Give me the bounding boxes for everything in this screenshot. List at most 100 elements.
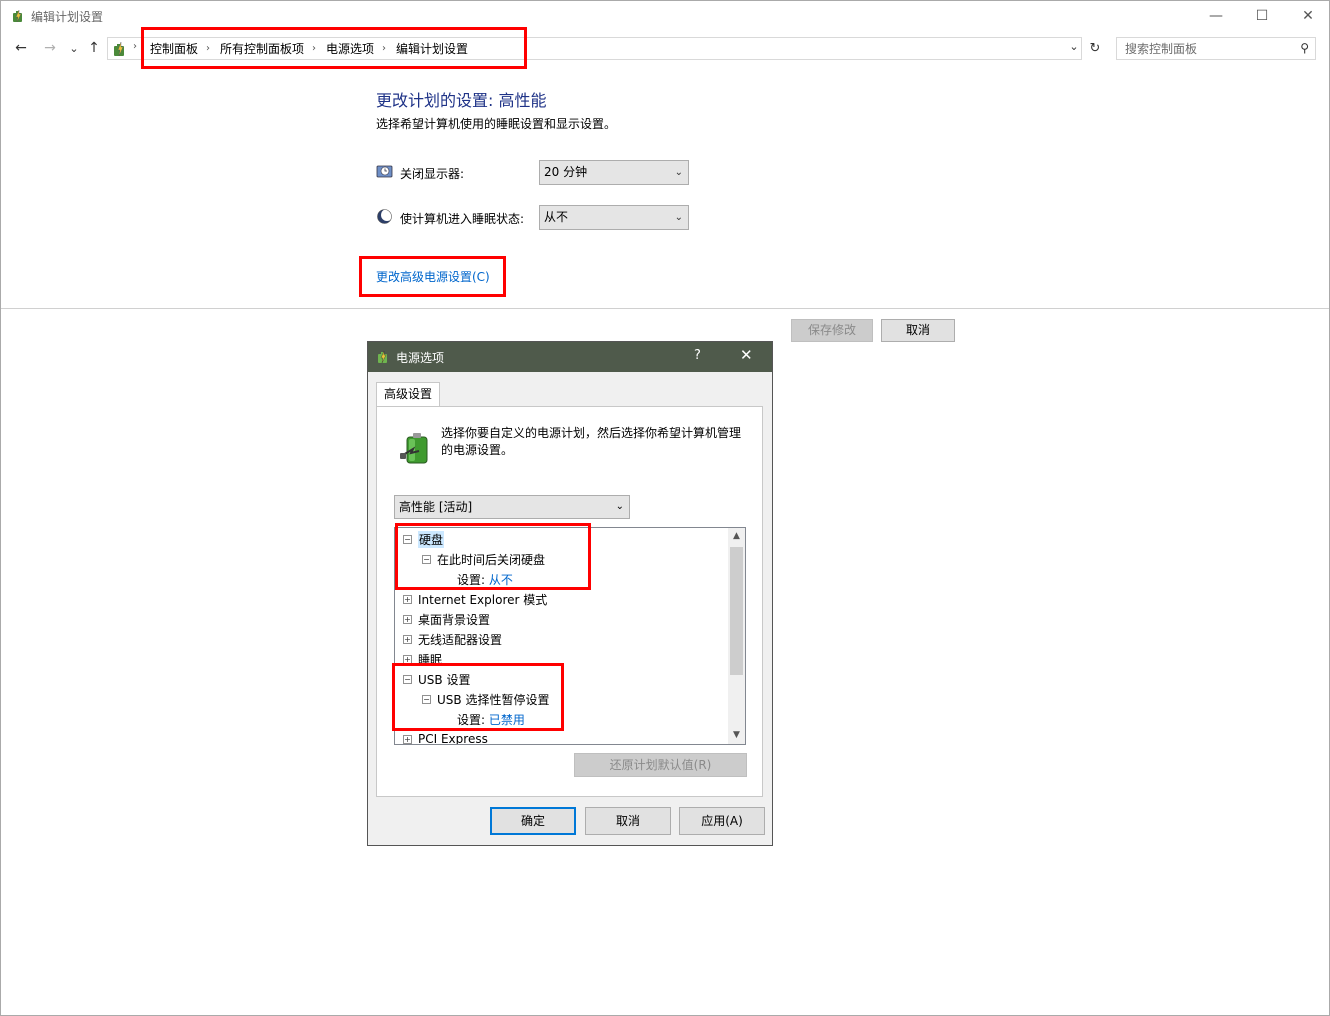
tree-label: Internet Explorer 模式 [418,592,548,607]
edit-plan-settings-window: 编辑计划设置 — ☐ ✕ ← → ⌄ ↑ › 控制面板 › 所有控制面板项 › … [0,0,1330,1016]
collapse-icon[interactable]: − [422,554,431,564]
scroll-down-icon[interactable]: ▼ [728,727,745,744]
breadcrumb-all-items[interactable]: 所有控制面板项 [220,40,304,57]
collapse-icon[interactable]: − [403,534,412,544]
tree-item-ie-mode[interactable]: + Internet Explorer 模式 [403,589,547,609]
expand-icon[interactable]: + [403,634,412,644]
tree-item-usb-suspend[interactable]: − USB 选择性暂停设置 [422,689,549,709]
settings-tree: − 硬盘 − 在此时间后关闭硬盘 设置: 从不 + Internet Explo… [394,527,746,745]
up-button[interactable]: ↑ [83,37,105,59]
tree-label: PCI Express [418,732,488,745]
maximize-icon: ☐ [1255,8,1269,24]
power-options-dialog: 电源选项 ? ✕ 高级设置 选择你要自定义的电源计划，然后选择你希望计算机管理的… [367,341,773,846]
sleep-label: 使计算机进入睡眠状态: [400,212,525,226]
breadcrumb-edit-plan[interactable]: 编辑计划设置 [396,40,468,57]
chevron-down-icon: ⌄ [615,501,624,512]
expand-icon[interactable]: + [403,654,412,664]
restore-defaults-button[interactable]: 还原计划默认值(R) [574,753,747,777]
dialog-title: 电源选项 [396,351,445,365]
ok-button[interactable]: 确定 [490,807,576,835]
power-options-icon [13,9,22,23]
breadcrumb: 控制面板 › 所有控制面板项 › 电源选项 › 编辑计划设置 [150,40,476,57]
tree-scrollbar[interactable]: ▲ ▼ [728,528,745,744]
help-icon[interactable]: ? [694,348,701,363]
power-options-icon [378,350,387,364]
breadcrumb-control-panel[interactable]: 控制面板 [150,40,198,57]
expand-icon[interactable]: + [403,614,412,624]
tree-label: 睡眠 [418,652,443,667]
dialog-cancel-button[interactable]: 取消 [585,807,671,835]
window-title: 编辑计划设置 [31,10,104,24]
setting-label: 设置: [457,712,486,727]
display-off-value: 20 分钟 [544,165,588,179]
recent-locations-button[interactable]: ⌄ [63,37,85,59]
refresh-button[interactable]: ↻ [1085,37,1105,60]
search-icon[interactable]: ⚲ [1300,41,1309,55]
breadcrumb-separator[interactable]: › [382,43,386,54]
chevron-down-icon: ⌄ [69,41,79,55]
tree-item-turn-off-disk[interactable]: − 在此时间后关闭硬盘 [422,549,545,569]
chevron-down-icon: ⌄ [674,167,683,178]
up-arrow-icon: ↑ [88,40,100,56]
tree-item-usb[interactable]: − USB 设置 [403,669,470,689]
display-off-select[interactable]: 20 分钟 ⌄ [539,160,689,185]
sleep-value: 从不 [544,210,569,224]
expand-icon[interactable]: + [403,734,412,744]
chevron-down-icon: ⌄ [1069,40,1079,53]
minimize-button[interactable]: — [1193,1,1239,31]
chevron-down-icon: ⌄ [674,212,683,223]
search-input[interactable] [1117,38,1287,59]
dialog-close-icon[interactable]: ✕ [740,346,753,364]
control-panel-icon [114,41,124,57]
close-icon: ✕ [1302,8,1314,24]
setting-label: 设置: [457,572,486,587]
cancel-button[interactable]: 取消 [881,319,955,342]
tree-item-wireless-adapter[interactable]: + 无线适配器设置 [403,629,502,649]
maximize-button[interactable]: ☐ [1239,1,1285,31]
expand-icon[interactable]: + [403,594,412,604]
tab-advanced-settings[interactable]: 高级设置 [376,382,440,407]
refresh-icon: ↻ [1089,41,1101,56]
tree-item-sleep[interactable]: + 睡眠 [403,649,442,669]
tree-item-desktop-background[interactable]: + 桌面背景设置 [403,609,490,629]
monitor-clock-icon [376,165,393,178]
sleep-select[interactable]: 从不 ⌄ [539,205,689,230]
page-subtitle: 选择希望计算机使用的睡眠设置和显示设置。 [376,117,617,131]
collapse-icon[interactable]: − [403,674,412,684]
forward-button[interactable]: → [39,37,61,59]
usb-setting-value[interactable]: 已禁用 [489,711,525,728]
breadcrumb-separator[interactable]: › [312,43,316,54]
address-dropdown-button[interactable]: ⌄ [1065,40,1083,58]
collapse-icon[interactable]: − [422,694,431,704]
advanced-power-settings-link[interactable]: 更改高级电源设置(C) [376,268,490,285]
tree-label: 硬盘 [418,530,445,548]
moon-icon [377,209,393,224]
dialog-description: 选择你要自定义的电源计划，然后选择你希望计算机管理的电源设置。 [441,426,742,457]
back-button[interactable]: ← [10,37,32,59]
scrollbar-thumb[interactable] [730,547,743,675]
close-button[interactable]: ✕ [1285,1,1330,31]
tree-item-hard-disk[interactable]: − 硬盘 [403,529,445,549]
tree-label: 无线适配器设置 [418,632,503,647]
tree-item-disk-setting[interactable]: 设置: 从不 [457,569,513,589]
display-off-label: 关闭显示器: [400,167,465,181]
breadcrumb-root-chevron[interactable]: › [133,41,137,52]
back-arrow-icon: ← [15,40,27,56]
tree-label: 桌面背景设置 [418,612,491,627]
save-changes-button[interactable]: 保存修改 [791,319,873,342]
tree-label: USB 设置 [418,672,471,687]
apply-button[interactable]: 应用(A) [679,807,765,835]
breadcrumb-separator[interactable]: › [206,43,210,54]
tree-item-usb-setting[interactable]: 设置: 已禁用 [457,709,525,729]
divider [1,308,1329,309]
disk-setting-value[interactable]: 从不 [489,571,513,588]
search-box: ⚲ [1116,37,1316,60]
forward-arrow-icon: → [44,40,56,56]
scroll-up-icon[interactable]: ▲ [728,528,745,545]
tree-item-pci-express[interactable]: + PCI Express [403,729,488,745]
battery-icon [400,433,428,464]
tree-label: 在此时间后关闭硬盘 [437,552,546,567]
power-plan-select[interactable]: 高性能 [活动] ⌄ [394,495,630,519]
power-plan-value: 高性能 [活动] [399,500,473,514]
breadcrumb-power-options[interactable]: 电源选项 [326,40,374,57]
